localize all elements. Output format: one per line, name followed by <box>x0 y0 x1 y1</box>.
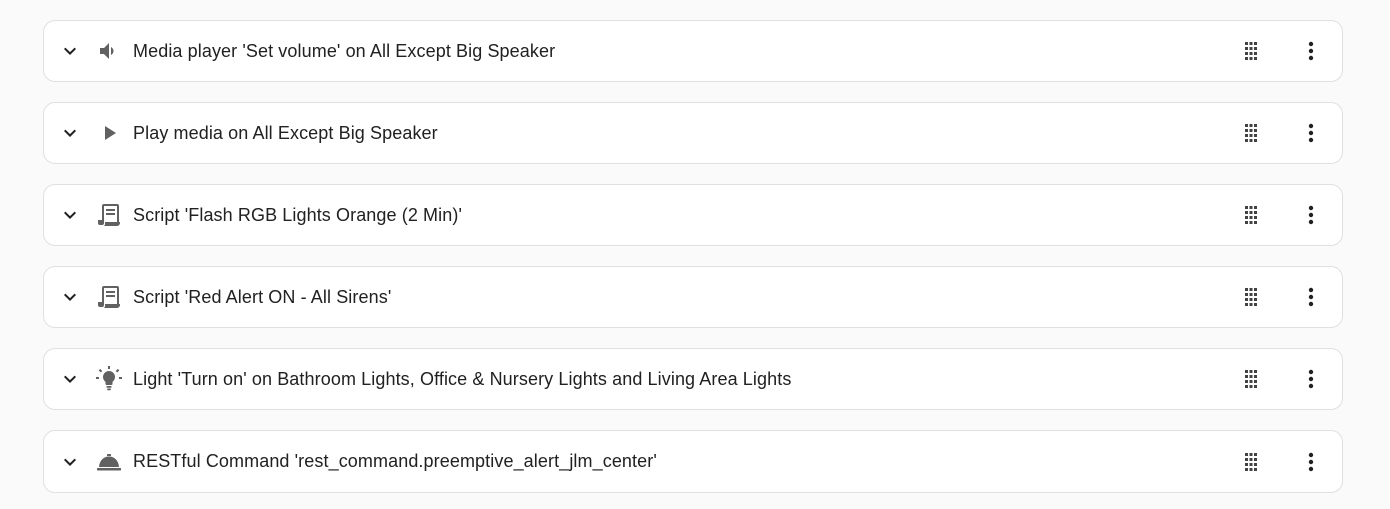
action-label: Script 'Flash RGB Lights Orange (2 Min)' <box>133 204 462 225</box>
action-label: Script 'Red Alert ON - All Sirens' <box>133 286 392 307</box>
action-label: Light 'Turn on' on Bathroom Lights, Offi… <box>133 368 792 389</box>
service-bell-icon <box>95 448 123 476</box>
drag-handle-icon[interactable] <box>1239 203 1263 227</box>
drag-handle-icon[interactable] <box>1239 39 1263 63</box>
action-row-script-flash-rgb[interactable]: Script 'Flash RGB Lights Orange (2 Min)' <box>43 184 1343 246</box>
chevron-down-icon[interactable] <box>58 450 82 474</box>
drag-handle-icon[interactable] <box>1239 367 1263 391</box>
action-row-light-turn-on[interactable]: Light 'Turn on' on Bathroom Lights, Offi… <box>43 348 1343 410</box>
more-vert-icon[interactable] <box>1299 39 1323 63</box>
chevron-down-icon[interactable] <box>58 285 82 309</box>
more-vert-icon[interactable] <box>1299 121 1323 145</box>
play-icon <box>95 119 123 147</box>
action-label: RESTful Command 'rest_command.preemptive… <box>133 451 657 471</box>
drag-handle-icon[interactable] <box>1239 285 1263 309</box>
more-vert-icon[interactable] <box>1299 450 1323 474</box>
action-row-play-media[interactable]: Play media on All Except Big Speaker <box>43 102 1343 164</box>
more-vert-icon[interactable] <box>1299 285 1323 309</box>
action-row-script-red-alert[interactable]: Script 'Red Alert ON - All Sirens' <box>43 266 1343 328</box>
drag-handle-icon[interactable] <box>1239 121 1263 145</box>
action-row-restful-command[interactable]: RESTful Command 'rest_command.preemptive… <box>43 430 1343 493</box>
action-label: Play media on All Except Big Speaker <box>133 122 438 143</box>
chevron-down-icon[interactable] <box>58 121 82 145</box>
volume-icon <box>95 37 123 65</box>
drag-handle-icon[interactable] <box>1239 450 1263 474</box>
chevron-down-icon[interactable] <box>58 367 82 391</box>
lightbulb-icon <box>95 365 123 393</box>
chevron-down-icon[interactable] <box>58 39 82 63</box>
chevron-down-icon[interactable] <box>58 203 82 227</box>
more-vert-icon[interactable] <box>1299 203 1323 227</box>
script-icon <box>95 283 123 311</box>
action-row-set-volume[interactable]: Media player 'Set volume' on All Except … <box>43 20 1343 82</box>
action-list: Media player 'Set volume' on All Except … <box>43 20 1343 493</box>
more-vert-icon[interactable] <box>1299 367 1323 391</box>
action-label: Media player 'Set volume' on All Except … <box>133 40 556 61</box>
script-icon <box>95 201 123 229</box>
